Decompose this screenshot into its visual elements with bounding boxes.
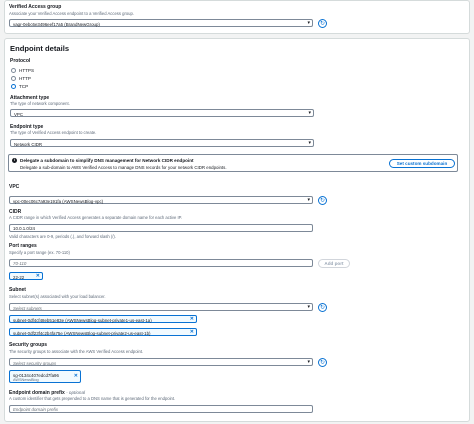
refresh-icon[interactable]: ↻ — [318, 302, 327, 312]
close-icon[interactable]: ✕ — [74, 373, 78, 380]
attachment-type-value: VPC — [14, 111, 24, 117]
caret-down-icon: ▾ — [308, 139, 311, 146]
protocol-option-tcp: TCP — [19, 84, 29, 89]
endpoint-type-description: The type of Verified Access endpoint to … — [10, 130, 97, 135]
subnet-token: subnet-0df4cf48eb51e83e (AWSNewsBlog-sub… — [9, 315, 197, 323]
endpoint-type-value: Network CIDR — [14, 141, 43, 147]
cidr-hint: Valid characters are 0-9, periods (.), a… — [9, 234, 116, 239]
security-groups-label: Security groups — [9, 342, 48, 348]
port-range-token: 22-22 ✕ — [9, 272, 43, 280]
caret-down-icon: ▾ — [307, 303, 310, 310]
close-icon[interactable]: ✕ — [36, 273, 40, 280]
delegate-subdomain-title: Delegate a subdomain to simplify DNS man… — [20, 157, 194, 163]
protocol-radio-tcp[interactable] — [11, 84, 16, 89]
cidr-description: A CIDR range in which Verified Access ge… — [9, 215, 183, 220]
protocol-radio-https[interactable] — [11, 68, 16, 73]
info-icon: i — [12, 157, 17, 163]
subnet-select[interactable]: Select subnets ▾ — [9, 303, 313, 311]
verified-access-group-value: vagr-0ebc6e3496eef17a5 (BrandNewGroup) — [13, 21, 100, 27]
protocol-option-https: HTTPS — [19, 68, 35, 73]
subnet-token-label: subnet-0df23f4c2b4fa75e (AWSNewsBlog-sub… — [13, 330, 151, 336]
refresh-icon[interactable]: ↻ — [318, 357, 327, 367]
verified-access-group-panel: Verified Access group Associate your Ver… — [4, 0, 470, 34]
domain-prefix-input[interactable] — [9, 405, 313, 413]
set-custom-subdomain-button[interactable]: Set custom subdomain — [389, 159, 455, 168]
security-groups-description: The security groups to associate with th… — [9, 349, 144, 354]
subnet-token: subnet-0df23f4c2b4fa75e (AWSNewsBlog-sub… — [9, 328, 197, 336]
port-range-token-label: 22-22 — [13, 274, 25, 280]
protocol-option-http: HTTP — [19, 76, 31, 81]
verified-access-group-select[interactable]: vagr-0ebc6e3496eef17a5 (BrandNewGroup) ▾ — [9, 19, 313, 27]
port-ranges-label: Port ranges — [9, 243, 37, 249]
domain-prefix-description: A custom identifier that gets prepended … — [9, 396, 176, 401]
refresh-icon[interactable]: ↻ — [318, 195, 327, 205]
port-ranges-description: Specify a port range (ex. 70-110) — [9, 250, 70, 255]
close-icon[interactable]: ✕ — [190, 329, 194, 336]
subnet-token-label: subnet-0df4cf48eb51e83e (AWSNewsBlog-sub… — [13, 317, 152, 323]
verified-access-group-label: Verified Access group — [9, 4, 62, 10]
subnet-label: Subnet — [9, 287, 26, 293]
security-groups-select[interactable]: Select security groups ▾ — [9, 358, 313, 366]
security-group-token: sg-0134c407edcd7fa96 AWSNewsBlog ✕ — [9, 370, 81, 383]
verified-access-group-description: Associate your Verified Access endpoint … — [9, 11, 134, 16]
security-group-token-name: AWSNewsBlog — [13, 377, 39, 382]
vpc-select[interactable]: vpc-00ec06c7a93e191fa (AWSNewsBlog-vpc) … — [9, 196, 313, 204]
delegate-subdomain-text: Delegate a sub-domain to AWS Verified Ac… — [20, 164, 227, 170]
delegate-subdomain-alert: i Delegate a subdomain to simplify DNS m… — [8, 154, 458, 172]
caret-down-icon: ▾ — [307, 196, 310, 203]
close-icon[interactable]: ✕ — [190, 316, 194, 323]
endpoint-type-select[interactable]: Network CIDR ▾ — [10, 139, 314, 147]
protocol-radio-http[interactable] — [11, 76, 16, 81]
section-title: Endpoint details — [10, 44, 70, 53]
protocol-label: Protocol — [10, 58, 31, 64]
add-port-button[interactable]: Add port — [318, 259, 350, 268]
caret-down-icon: ▾ — [307, 358, 310, 365]
caret-down-icon: ▾ — [308, 109, 311, 116]
domain-prefix-optional: - optional — [66, 390, 86, 395]
attachment-type-select[interactable]: VPC ▾ — [10, 109, 314, 117]
subnet-description: Select subnet(s) associated with your lo… — [9, 294, 106, 299]
vpc-value: vpc-00ec06c7a93e191fa (AWSNewsBlog-vpc) — [13, 198, 104, 204]
refresh-icon[interactable]: ↻ — [318, 18, 327, 28]
attachment-type-description: The type of network component. — [10, 101, 70, 106]
security-groups-placeholder: Select security groups — [13, 360, 57, 366]
subnet-placeholder: Select subnets — [13, 305, 42, 311]
port-range-input[interactable] — [9, 259, 313, 267]
vpc-label: VPC — [9, 184, 20, 190]
cidr-input[interactable] — [9, 224, 313, 232]
caret-down-icon: ▾ — [307, 19, 310, 26]
